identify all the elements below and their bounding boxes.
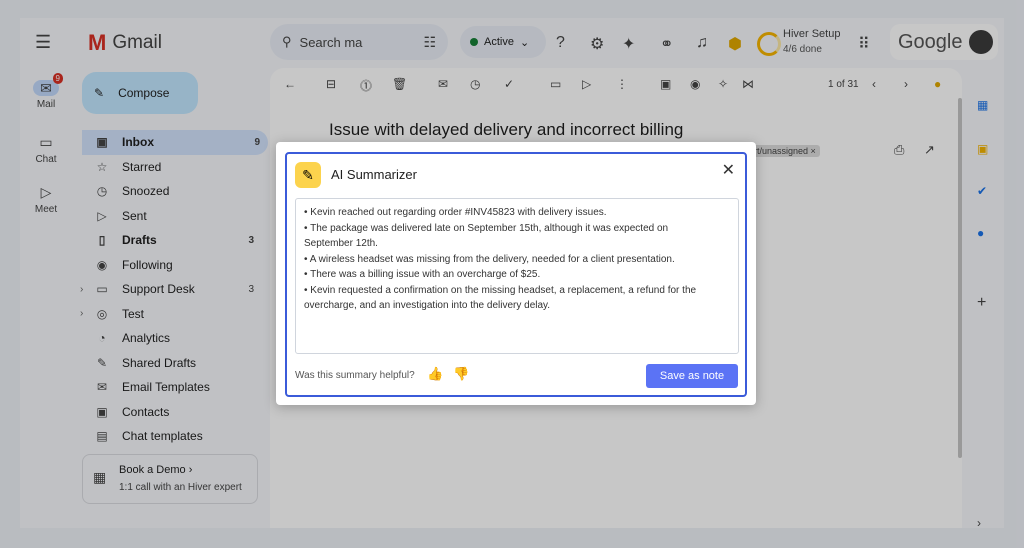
summary-line: • A wireless headset was missing from th…	[304, 253, 675, 265]
ai-summarizer-dialog: ✎ AI Summarizer ✕ • Kevin reached out re…	[276, 142, 756, 405]
summary-line: September 12th.	[304, 238, 378, 249]
summary-textarea[interactable]: • Kevin reached out regarding order #INV…	[295, 198, 739, 354]
dialog-title: AI Summarizer	[331, 167, 417, 182]
thumbs-up-icon[interactable]: 👍	[427, 366, 443, 382]
magic-wand-icon: ✎	[295, 162, 321, 188]
summary-line: • There was a billing issue with an over…	[304, 269, 541, 280]
save-as-note-button[interactable]: Save as note	[646, 364, 738, 388]
thumbs-down-icon[interactable]: 👎	[453, 366, 469, 382]
summary-line: • Kevin requested a confirmation on the …	[304, 284, 697, 296]
close-icon[interactable]: ✕	[722, 160, 735, 180]
ai-summarizer-card: ✎ AI Summarizer ✕ • Kevin reached out re…	[285, 152, 747, 397]
save-as-note-label: Save as note	[659, 370, 725, 382]
summary-line: overcharge, and an investigation into th…	[304, 300, 551, 311]
feedback-prompt: Was this summary helpful?	[295, 370, 415, 381]
summary-line: • The package was delivered late on Sept…	[304, 222, 669, 234]
summary-line: • Kevin reached out regarding order #INV…	[304, 207, 607, 218]
